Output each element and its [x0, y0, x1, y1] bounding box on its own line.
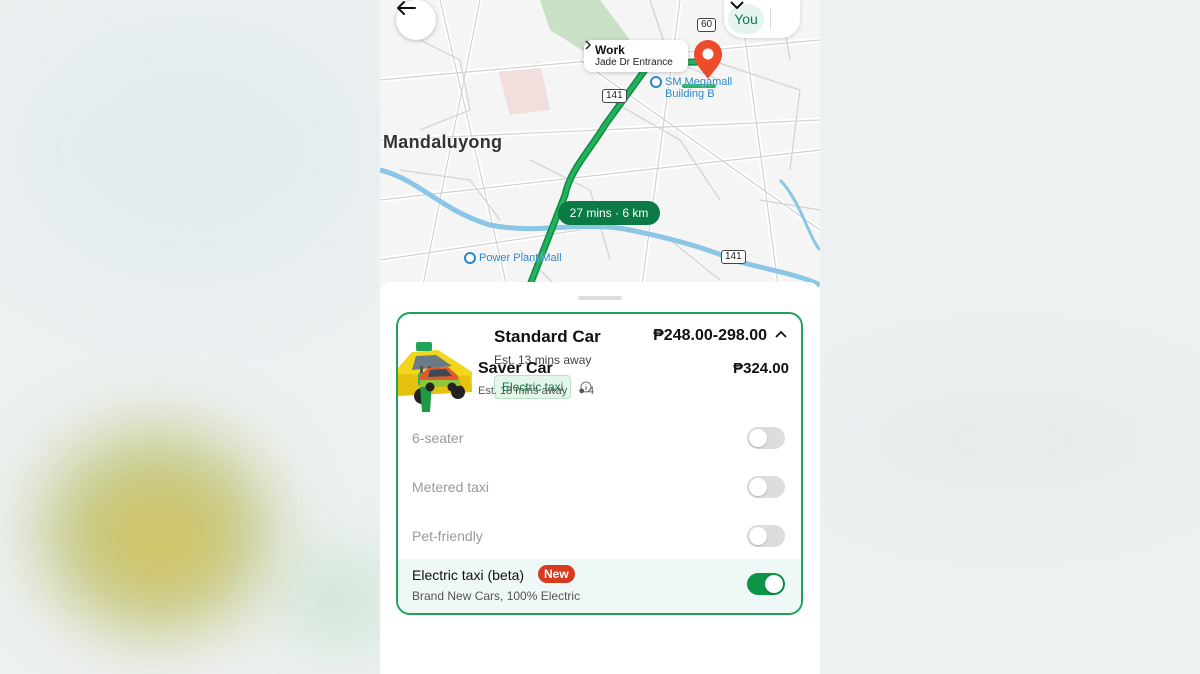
option-metered-taxi[interactable]: Metered taxi: [398, 474, 801, 502]
chevron-up-icon[interactable]: [775, 330, 787, 338]
option-subtitle: Brand New Cars, 100% Electric: [412, 589, 581, 603]
ride-price: ₱324.00: [733, 360, 789, 377]
ride-price: ₱248.00-298.00: [653, 327, 767, 344]
chevron-down-icon[interactable]: [730, 0, 744, 10]
user-menu[interactable]: You: [724, 0, 800, 38]
seat-count: 4: [588, 385, 595, 397]
option-pet-friendly[interactable]: Pet-friendly: [398, 523, 801, 551]
ride-option-saver-car[interactable]: Saver Car: [478, 360, 553, 378]
phone-screen: 60 You Work Jade Dr Entrance SM Megamall…: [380, 0, 820, 674]
route-map[interactable]: 60 You Work Jade Dr Entrance SM Megamall…: [380, 0, 820, 300]
back-arrow-icon: [397, 1, 416, 15]
road-shield: 141: [721, 250, 746, 264]
poi-label: SM Megamall Building B: [665, 76, 733, 100]
area-label: Mandaluyong: [383, 132, 503, 152]
mall-icon: [464, 252, 476, 264]
road-shield: 141: [602, 89, 627, 103]
destination-card[interactable]: Work Jade Dr Entrance: [584, 40, 688, 72]
ride-options-sheet: Standard Car Est. 13 mins away ₱248.00-2…: [380, 282, 820, 674]
electric-taxi-toggle[interactable]: [747, 573, 785, 595]
mall-icon: [650, 76, 662, 88]
six-seater-toggle[interactable]: [747, 427, 785, 449]
ride-eta-text: Est. 18 mins away: [478, 385, 568, 397]
option-label: 6-seater: [412, 430, 464, 446]
destination-title: Work: [595, 43, 625, 57]
back-button[interactable]: [396, 0, 436, 40]
sheet-drag-handle[interactable]: [578, 296, 622, 300]
option-label: Metered taxi: [412, 479, 490, 495]
option-label: Electric taxi (beta): [412, 567, 525, 583]
chevron-right-icon: [585, 40, 592, 50]
metered-taxi-toggle[interactable]: [747, 476, 785, 498]
road-shield: 60: [697, 18, 717, 32]
saver-car-icon: [420, 367, 460, 392]
new-badge: New: [538, 565, 575, 583]
ride-eta: Est. 18 mins away ● 4: [478, 385, 594, 397]
route-eta-pill: 27 mins · 6 km: [558, 201, 660, 225]
poi-power-plant-mall[interactable]: Power Plant Mall: [464, 252, 562, 264]
person-icon: ●: [578, 385, 585, 397]
pet-friendly-toggle[interactable]: [747, 525, 785, 547]
location-pin-icon: [694, 40, 722, 79]
ride-name: Standard Car: [494, 327, 601, 346]
poi-label: Power Plant Mall: [479, 252, 562, 264]
option-6-seater[interactable]: 6-seater: [398, 425, 801, 453]
divider: [770, 8, 771, 30]
ride-option-standard-car[interactable]: Standard Car Est. 13 mins away ₱248.00-2…: [396, 312, 803, 615]
poi-sm-megamall[interactable]: SM Megamall Building B: [650, 76, 739, 100]
destination-subtitle: Jade Dr Entrance: [595, 57, 673, 68]
option-electric-taxi[interactable]: Electric taxi (beta) New Brand New Cars,…: [398, 559, 801, 613]
option-label: Pet-friendly: [412, 528, 483, 544]
